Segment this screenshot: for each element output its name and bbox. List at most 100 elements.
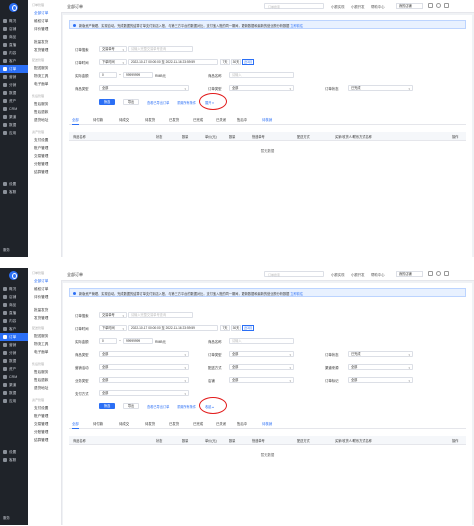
biz-type-select[interactable]: 全部 ▾ bbox=[99, 377, 189, 383]
sidebar-item-data2[interactable]: 数据 bbox=[0, 121, 28, 129]
submenu-item[interactable]: 评价管理 bbox=[34, 27, 48, 32]
sidebar-bottom-service[interactable]: 服务 bbox=[3, 515, 10, 520]
submenu-item[interactable]: 交易管理 bbox=[34, 154, 48, 159]
sidebar-item-content[interactable]: 内容 bbox=[0, 317, 28, 325]
sidebar-item-apps[interactable]: 应用 bbox=[0, 397, 28, 405]
reset-link[interactable]: 重置所有条件 bbox=[177, 100, 196, 105]
channel-select[interactable]: 全部 ▾ bbox=[348, 364, 413, 370]
submenu-item[interactable]: 支付设置 bbox=[34, 138, 48, 143]
sidebar-item-live[interactable]: 直播 bbox=[0, 309, 28, 317]
tab-completed[interactable]: 已完成 bbox=[193, 421, 203, 426]
quick-range-3m[interactable]: 近3月 bbox=[242, 325, 254, 331]
order-search-type-select[interactable]: 交易单号 ▾ bbox=[99, 46, 127, 52]
amount-min-input[interactable]: 0 bbox=[99, 338, 117, 344]
order-time-type-select[interactable]: 下单时间 ▾ bbox=[99, 325, 127, 331]
header-link-help[interactable]: 帮助中心 bbox=[371, 272, 385, 277]
order-type-select[interactable]: 全部 ▾ bbox=[229, 85, 294, 91]
avatar[interactable] bbox=[436, 271, 441, 276]
submenu-item[interactable]: 退货地址 bbox=[34, 386, 48, 391]
tab-pending-pay[interactable]: 待付款 bbox=[93, 117, 103, 122]
submenu-item[interactable]: 维权订单 bbox=[34, 19, 48, 24]
store-switcher[interactable]: 我的店铺 bbox=[396, 271, 423, 277]
shop-select[interactable]: 全部 ▾ bbox=[229, 377, 294, 383]
submenu-item[interactable]: 批量发货 bbox=[34, 308, 48, 313]
submenu-item[interactable]: 物流工具 bbox=[34, 342, 48, 347]
export-button[interactable]: 导出 bbox=[123, 99, 139, 105]
sidebar-item-marketing[interactable]: 营销 bbox=[0, 73, 28, 81]
amount-min-input[interactable]: 0 bbox=[99, 72, 117, 78]
order-search-type-select[interactable]: 交易单号 ▾ bbox=[99, 312, 127, 318]
header-link[interactable]: 小额实现 bbox=[331, 272, 345, 277]
submenu-item[interactable]: 批量发货 bbox=[34, 40, 48, 45]
quick-range-30d[interactable]: 30天 bbox=[231, 59, 241, 65]
store-switcher[interactable]: 我的店铺 bbox=[396, 3, 423, 9]
sidebar-bottom-service[interactable]: 服务 bbox=[3, 247, 10, 252]
sidebar-item-settings[interactable]: 设置 bbox=[0, 448, 28, 456]
submenu-item[interactable]: 配送服务 bbox=[34, 334, 48, 339]
tab-closed[interactable]: 已关闭 bbox=[216, 117, 226, 122]
submenu-item[interactable]: 支付设置 bbox=[34, 406, 48, 411]
tab-shipped[interactable]: 已发货 bbox=[169, 421, 179, 426]
tab-pending-deal[interactable]: 待成交 bbox=[119, 117, 129, 122]
header-link[interactable]: 小额实现 bbox=[331, 4, 345, 9]
submenu-item[interactable]: 发货管理 bbox=[34, 48, 48, 53]
sidebar-item-overview[interactable]: 概况 bbox=[0, 285, 28, 293]
sidebar-item-channel[interactable]: 渠道 bbox=[0, 113, 28, 121]
order-type-select[interactable]: 全部 ▾ bbox=[229, 351, 294, 357]
sidebar-item-channel[interactable]: 渠道 bbox=[0, 381, 28, 389]
sidebar-item-apps[interactable]: 应用 bbox=[0, 129, 28, 137]
sidebar-item-overview[interactable]: 概况 bbox=[0, 17, 28, 25]
sidebar-item-customer[interactable]: 客户 bbox=[0, 325, 28, 333]
global-search-input[interactable]: 订单搜索 bbox=[264, 3, 324, 9]
tab-closed[interactable]: 已关闭 bbox=[216, 421, 226, 426]
view-exported-link[interactable]: 查看已导出订单 bbox=[147, 404, 169, 409]
sidebar-item-assets[interactable]: 资产 bbox=[0, 97, 28, 105]
sidebar-item-goods[interactable]: 商品 bbox=[0, 301, 28, 309]
exit-icon[interactable] bbox=[444, 271, 449, 276]
order-status-select[interactable]: 已完成 ▾ bbox=[348, 85, 413, 91]
submenu-item[interactable]: 售后退款 bbox=[34, 378, 48, 383]
view-exported-link[interactable]: 查看已导出订单 bbox=[147, 100, 169, 105]
export-button[interactable]: 导出 bbox=[123, 403, 139, 409]
submenu-item[interactable]: 账户管理 bbox=[34, 146, 48, 151]
sidebar-item-marketing[interactable]: 营销 bbox=[0, 341, 28, 349]
quick-range-7d[interactable]: 7天 bbox=[220, 59, 230, 65]
sidebar-item-distribution[interactable]: 分销 bbox=[0, 81, 28, 89]
tab-pending-ship[interactable]: 待发货 bbox=[145, 421, 155, 426]
submenu-item-all-orders[interactable]: 全部订单 bbox=[34, 11, 48, 16]
submenu-item[interactable]: 配送服务 bbox=[34, 66, 48, 71]
tab-after-sale[interactable]: 售后中 bbox=[237, 117, 247, 122]
goods-name-input[interactable]: 请输入 bbox=[229, 72, 294, 78]
tab-verify[interactable]: 待核销 bbox=[262, 421, 272, 426]
tag-select[interactable]: 全部 ▾ bbox=[348, 377, 413, 383]
avatar[interactable] bbox=[436, 3, 441, 8]
sidebar-item-service[interactable]: 客服 bbox=[0, 456, 28, 464]
amount-max-input[interactable]: 99999999 bbox=[123, 72, 153, 78]
sidebar-item-crm[interactable]: CRM bbox=[0, 373, 28, 381]
global-search-input[interactable]: 订单搜索 bbox=[264, 271, 324, 277]
tab-after-sale[interactable]: 售后中 bbox=[237, 421, 247, 426]
sidebar-item-store[interactable]: 店铺 bbox=[0, 293, 28, 301]
submenu-item[interactable]: 结算管理 bbox=[34, 170, 48, 175]
header-link[interactable]: 小额开发 bbox=[351, 4, 365, 9]
header-link-help[interactable]: 帮助中心 bbox=[371, 4, 385, 9]
submenu-item[interactable]: 分账管理 bbox=[34, 162, 48, 167]
tab-verify[interactable]: 待核销 bbox=[262, 117, 272, 122]
message-icon[interactable] bbox=[428, 3, 433, 8]
sidebar-item-store[interactable]: 店铺 bbox=[0, 25, 28, 33]
notice-link[interactable]: 立即前往 bbox=[290, 24, 303, 28]
order-time-type-select[interactable]: 下单时间 ▾ bbox=[99, 59, 127, 65]
submenu-item[interactable]: 电子面单 bbox=[34, 350, 48, 355]
header-link[interactable]: 小额开发 bbox=[351, 272, 365, 277]
sidebar-item-data[interactable]: 数据 bbox=[0, 357, 28, 365]
submenu-item-all-orders[interactable]: 全部订单 bbox=[34, 279, 48, 284]
sidebar-item-data2[interactable]: 数据 bbox=[0, 389, 28, 397]
quick-range-3m[interactable]: 近3月 bbox=[242, 59, 254, 65]
filter-button[interactable]: 筛选 bbox=[99, 403, 115, 409]
submenu-item[interactable]: 分账管理 bbox=[34, 430, 48, 435]
tab-pending-ship[interactable]: 待发货 bbox=[145, 117, 155, 122]
tab-all[interactable]: 全部 bbox=[72, 421, 79, 429]
submenu-item[interactable]: 退货地址 bbox=[34, 118, 48, 123]
delivery-select[interactable]: 全部 ▾ bbox=[229, 364, 294, 370]
sidebar-item-distribution[interactable]: 分销 bbox=[0, 349, 28, 357]
